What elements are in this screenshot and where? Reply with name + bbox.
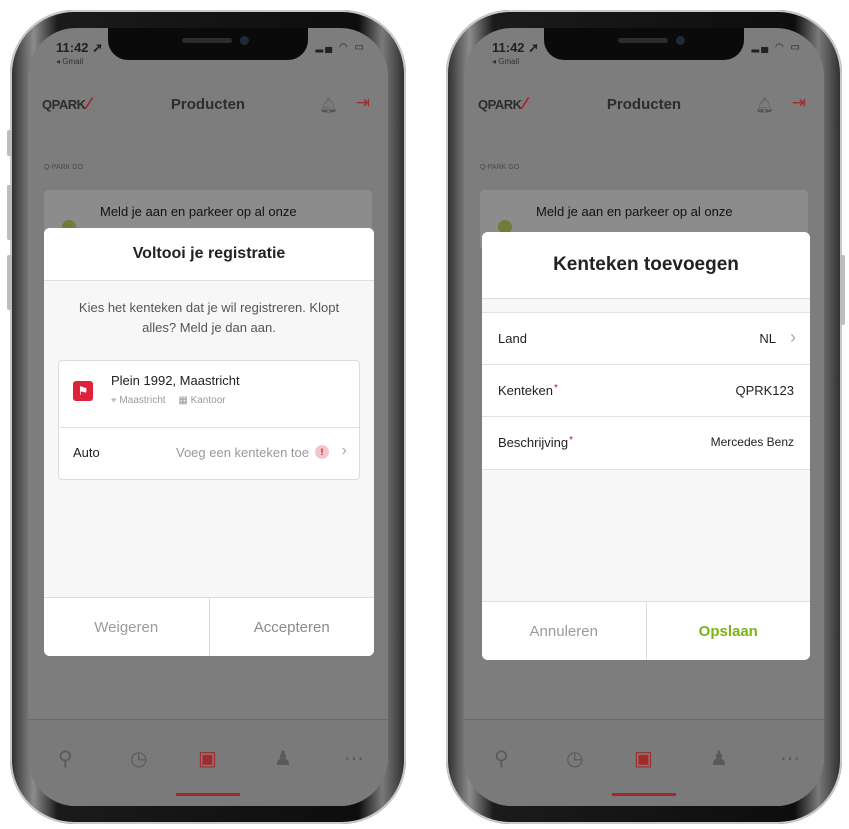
add-plate-link[interactable]: Voeg een kenteken toe bbox=[176, 445, 309, 460]
bottom-tab-bar: ⚲ ◷ ▣ ♟ ⋯ bbox=[28, 719, 388, 806]
clock-tab-icon[interactable]: ◷ bbox=[130, 746, 147, 771]
screen-right: 11:42 ➚ ◂ Gmail ▂▄ ◠ ▭ QPARK ⁄ Producten … bbox=[464, 28, 824, 806]
dialog-title: Voltooi je registratie bbox=[44, 228, 374, 281]
map-pin-tab-icon[interactable]: ⚲ bbox=[494, 746, 509, 771]
phone-frame-right: 11:42 ➚ ◂ Gmail ▂▄ ◠ ▭ QPARK ⁄ Producten … bbox=[446, 10, 845, 824]
promo-text: Meld je aan en parkeer op al onze bbox=[536, 204, 733, 219]
building-icon: ▦ bbox=[178, 395, 188, 406]
status-bar: 11:42 ➚ ◂ Gmail bbox=[56, 40, 103, 66]
country-row[interactable]: Land NL › bbox=[482, 312, 810, 365]
back-to-app-link[interactable]: ◂ Gmail bbox=[492, 57, 539, 66]
phone-frame-left: 11:42 ➚ ◂ Gmail ▂▄ ◠ ▭ QPARK ⁄ Producten … bbox=[7, 10, 406, 824]
required-marker: * bbox=[553, 383, 558, 394]
section-label: Q-PARK GO bbox=[480, 164, 520, 171]
status-bar: 11:42 ➚ ◂ Gmail bbox=[492, 40, 539, 66]
products-tab-icon[interactable]: ▣ bbox=[198, 746, 217, 771]
dialog-actions: Annuleren Opslaan bbox=[482, 601, 810, 660]
map-pin-tab-icon[interactable]: ⚲ bbox=[58, 746, 73, 771]
volume-down-button bbox=[7, 255, 12, 310]
volume-up-button bbox=[7, 185, 12, 240]
bell-icon[interactable]: 🔔︎ bbox=[319, 96, 338, 114]
car-label: Auto bbox=[73, 445, 100, 460]
products-tab-icon[interactable]: ▣ bbox=[634, 746, 653, 771]
description-row[interactable]: Beschrijving* Mercedes Benz bbox=[482, 416, 810, 470]
country-label: Land bbox=[498, 331, 527, 346]
registration-dialog: Voltooi je registratie Kies het kenteken… bbox=[44, 228, 374, 656]
required-marker: * bbox=[569, 435, 573, 446]
screen-left: 11:42 ➚ ◂ Gmail ▂▄ ◠ ▭ QPARK ⁄ Producten … bbox=[28, 28, 388, 806]
status-icons: ▂▄ ◠ ▭ bbox=[751, 42, 802, 53]
bottom-tab-bar: ⚲ ◷ ▣ ♟ ⋯ bbox=[464, 719, 824, 806]
bell-icon[interactable]: 🔔︎ bbox=[755, 96, 774, 114]
profile-tab-icon[interactable]: ♟ bbox=[710, 746, 728, 771]
add-plate-dialog: Kenteken toevoegen Land NL › Kenteken* Q… bbox=[482, 232, 810, 660]
location-pin-icon: ⚑ bbox=[73, 381, 93, 401]
side-button bbox=[840, 255, 845, 325]
active-tab-indicator bbox=[612, 793, 676, 796]
warning-icon: ! bbox=[315, 445, 329, 459]
back-to-app-link[interactable]: ◂ Gmail bbox=[56, 57, 103, 66]
description-input[interactable]: Mercedes Benz bbox=[711, 435, 794, 449]
status-time: 11:42 ➚ bbox=[56, 40, 104, 55]
clock-tab-icon[interactable]: ◷ bbox=[566, 746, 583, 771]
plate-row[interactable]: Kenteken* QPRK123 bbox=[482, 364, 810, 417]
notch bbox=[108, 28, 308, 60]
chevron-right-icon: › bbox=[790, 327, 796, 347]
dialog-actions: Weigeren Accepteren bbox=[44, 597, 374, 656]
status-icons: ▂▄ ◠ ▭ bbox=[315, 42, 366, 53]
dialog-description: Kies het kenteken dat je wil registreren… bbox=[78, 300, 340, 335]
decline-button[interactable]: Weigeren bbox=[44, 598, 209, 656]
location-card: ⚑ Plein 1992, Maastricht ⌖ Maastricht ▦ … bbox=[58, 360, 360, 480]
location-name: Plein 1992, Maastricht bbox=[111, 373, 240, 388]
accept-button[interactable]: Accepteren bbox=[208, 598, 375, 656]
promo-text: Meld je aan en parkeer op al onze bbox=[100, 204, 297, 219]
app-header: QPARK ⁄ Producten 🔔︎ ⇥ bbox=[28, 78, 388, 128]
location-type: Kantoor bbox=[190, 395, 226, 406]
save-button[interactable]: Opslaan bbox=[645, 602, 811, 660]
profile-tab-icon[interactable]: ♟ bbox=[274, 746, 292, 771]
car-row[interactable]: Auto Voeg een kenteken toe ! › bbox=[59, 428, 359, 479]
cancel-button[interactable]: Annuleren bbox=[482, 602, 646, 660]
active-tab-indicator bbox=[176, 793, 240, 796]
country-value: NL bbox=[759, 331, 776, 346]
logout-icon[interactable]: ⇥ bbox=[356, 93, 370, 113]
description-label: Beschrijving* bbox=[498, 435, 573, 450]
chevron-right-icon: › bbox=[341, 442, 347, 459]
map-pin-icon: ⌖ bbox=[111, 395, 117, 406]
section-label: Q-PARK GO bbox=[44, 164, 84, 171]
location-city: Maastricht bbox=[119, 395, 166, 406]
dialog-title: Kenteken toevoegen bbox=[482, 232, 810, 299]
plate-input[interactable]: QPRK123 bbox=[735, 383, 794, 398]
app-header: QPARK ⁄ Producten 🔔︎ ⇥ bbox=[464, 78, 824, 128]
notch bbox=[544, 28, 744, 60]
logout-icon[interactable]: ⇥ bbox=[792, 93, 806, 113]
plate-label: Kenteken* bbox=[498, 383, 558, 398]
location-meta: ⌖ Maastricht ▦ Kantoor bbox=[111, 395, 226, 406]
more-tab-icon[interactable]: ⋯ bbox=[344, 746, 364, 771]
more-tab-icon[interactable]: ⋯ bbox=[780, 746, 800, 771]
status-time: 11:42 ➚ bbox=[492, 40, 540, 55]
mute-switch bbox=[7, 130, 12, 156]
